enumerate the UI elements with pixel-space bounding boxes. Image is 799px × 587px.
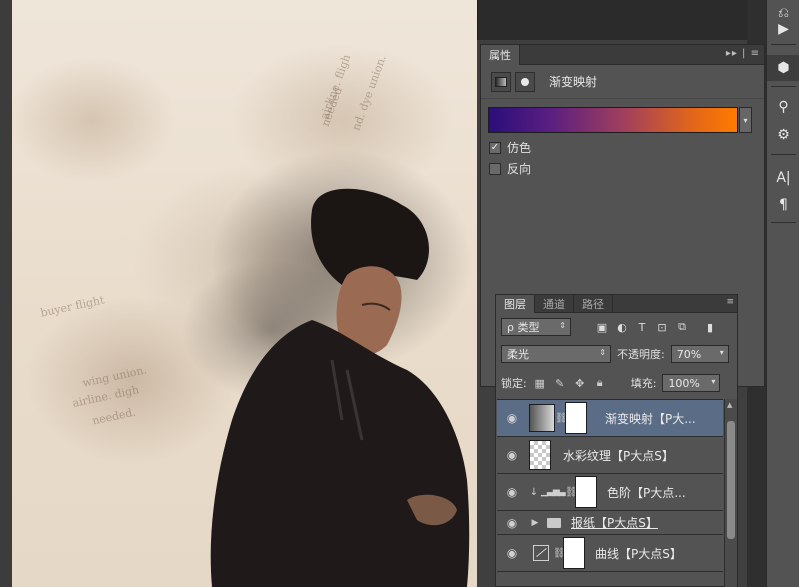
link-icon[interactable]: ⛓ [565,487,578,498]
divider [771,154,796,155]
lock-move-icon[interactable]: ✥ [573,376,587,390]
fill-field[interactable]: 100% ▾ [662,374,721,392]
layer-mask-thumbnail[interactable] [565,402,587,434]
curves-icon[interactable] [533,545,549,561]
scroll-up-icon[interactable]: ▲ [727,401,732,409]
divider [771,86,796,87]
filter-kind-select[interactable]: ρ 类型 ⇕ [501,318,571,336]
panel-menu-icon[interactable]: ▸▸ | ≡ [726,48,760,59]
blend-mode-value: 柔光 [507,348,529,361]
layer-name[interactable]: 曲线【P大点S】 [595,545,682,562]
gradient-preview[interactable] [488,107,738,133]
chevron-down-icon: ⇕ [559,321,566,330]
adjustment-filter-icon[interactable]: ◐ [615,320,629,334]
opacity-field[interactable]: 70% ▾ [670,345,729,363]
shape-filter-icon[interactable]: ⊡ [655,320,669,334]
layer-name[interactable]: 水彩纹理【P大点S】 [563,447,674,464]
brush-preset-icon[interactable]: ⚲ [767,94,799,120]
lock-label: 锁定: [501,377,527,390]
link-icon[interactable]: ⛓ [553,548,566,559]
clip-arrow-icon: ↓ [529,486,539,498]
blend-mode-select[interactable]: 柔光 ⇕ [501,345,611,363]
layers-panel-menu-icon[interactable]: ≡ [726,297,734,307]
layer-list: ◉ ⛓ 渐变映射【P大... ◉ 水彩纹理【P大点S】 ◉ ↓ ▁▃▅▃ ⛓ 色… [497,399,723,587]
layers-panel: 图层 通道 路径 ≡ ρ 类型 ⇕ ▣ ◐ T ⊡ ⧉ ▮ 柔光 ⇕ 不透明度:… [495,294,738,587]
right-tool-strip: ⎌ ▶ ⬢ ⚲ ⚙ A| ¶ [766,0,799,587]
blend-row: 柔光 ⇕ 不透明度: 70% ▾ [501,344,729,364]
dither-label: 仿色 [507,141,532,155]
adjustment-header: 渐变映射 [481,65,764,99]
tab-properties[interactable]: 属性 [481,45,520,65]
paragraph-panel-icon[interactable]: ¶ [767,192,799,218]
layer-mask-thumbnail[interactable] [575,476,597,508]
fill-value: 100% [668,376,700,390]
tab-channels[interactable]: 通道 [535,295,574,313]
layer-row-watercolor[interactable]: ◉ 水彩纹理【P大点S】 [497,437,723,474]
visibility-eye-icon[interactable]: ◉ [497,516,527,530]
tab-layers[interactable]: 图层 [496,295,535,313]
layer-name[interactable]: 报纸【P大点S】 [571,514,658,531]
layer-row-newspaper-group[interactable]: ◉ ▶ 报纸【P大点S】 [497,511,723,535]
layer-row-curves[interactable]: ◉ ⛓ 曲线【P大点S】 [497,535,723,572]
lock-row: 锁定: ▦ ✎ ✥ 🔒︎ 填充: 100% ▾ [501,373,721,393]
layer-mask-thumbnail[interactable] [563,537,585,569]
dither-option[interactable]: ✓ 仿色 [489,139,531,156]
visibility-eye-icon[interactable]: ◉ [497,546,527,560]
properties-tabbar: 属性 ▸▸ | ≡ [481,45,764,65]
layer-name[interactable]: 色阶【P大点... [607,484,686,501]
pixel-filter-icon[interactable]: ▣ [595,320,609,334]
filter-toggle-icon[interactable]: ▮ [703,320,717,334]
photoshop-window: needed airline. fligh nd. dye union. win… [0,0,799,587]
reverse-option[interactable]: 反向 [489,160,531,177]
3d-cube-icon[interactable]: ⬢ [767,55,799,81]
tab-paths[interactable]: 路径 [574,295,613,313]
visibility-eye-icon[interactable]: ◉ [497,448,527,462]
visibility-eye-icon[interactable]: ◉ [497,411,527,425]
visibility-eye-icon[interactable]: ◉ [497,485,527,499]
dither-checkbox[interactable]: ✓ [489,141,501,154]
fill-label: 填充: [630,377,657,390]
smart-object-filter-icon[interactable]: ⧉ [675,320,689,334]
mask-icon[interactable] [515,71,535,92]
play-action-icon[interactable]: ▶ [767,16,799,42]
gradient-dropdown-button[interactable]: ▾ [739,107,752,133]
document-canvas[interactable]: needed airline. fligh nd. dye union. win… [12,0,477,587]
adjustment-title: 渐变映射 [549,75,598,89]
reverse-label: 反向 [507,162,532,176]
chevron-down-icon: ▾ [719,348,724,357]
type-filter-icon[interactable]: T [635,320,649,334]
layer-row-levels[interactable]: ◉ ↓ ▁▃▅▃ ⛓ 色阶【P大点... [497,474,723,511]
folder-icon [547,517,561,528]
adjustment-icon[interactable] [491,71,511,92]
layer-filter-row: ρ 类型 ⇕ ▣ ◐ T ⊡ ⧉ ▮ [501,317,717,337]
artwork-figure [182,150,472,587]
lock-brush-icon[interactable]: ✎ [553,376,567,390]
sliders-icon[interactable]: ⚙ [767,122,799,148]
divider [771,44,796,45]
layer-name[interactable]: 渐变映射【P大... [605,410,696,427]
layers-tabbar: 图层 通道 路径 ≡ [496,295,737,313]
lock-transparency-icon[interactable]: ▦ [533,376,547,390]
layers-scrollbar[interactable]: ▲ [724,399,737,587]
layer-row-gradient-map[interactable]: ◉ ⛓ 渐变映射【P大... [497,400,723,437]
link-icon[interactable]: ⛓ [555,413,568,424]
expand-triangle-icon[interactable]: ▶ [529,518,541,528]
layer-thumbnail[interactable] [529,440,551,470]
scrollbar-thumb[interactable] [727,421,735,539]
opacity-value: 70% [676,347,702,361]
panel-dock-top [477,0,747,40]
lock-all-icon[interactable]: 🔒︎ [593,376,607,390]
chevron-down-icon: ▾ [711,377,716,386]
opacity-label: 不透明度: [617,348,665,361]
chevron-down-icon: ⇕ [599,348,606,357]
filter-kind-value: ρ 类型 [507,321,540,334]
gradient-map-thumbnail[interactable] [529,404,555,432]
reverse-checkbox[interactable] [489,162,501,175]
canvas-gutter [0,0,12,587]
divider [771,222,796,223]
levels-histogram-icon[interactable]: ▁▃▅▃ [541,487,566,497]
character-panel-icon[interactable]: A| [767,165,799,191]
